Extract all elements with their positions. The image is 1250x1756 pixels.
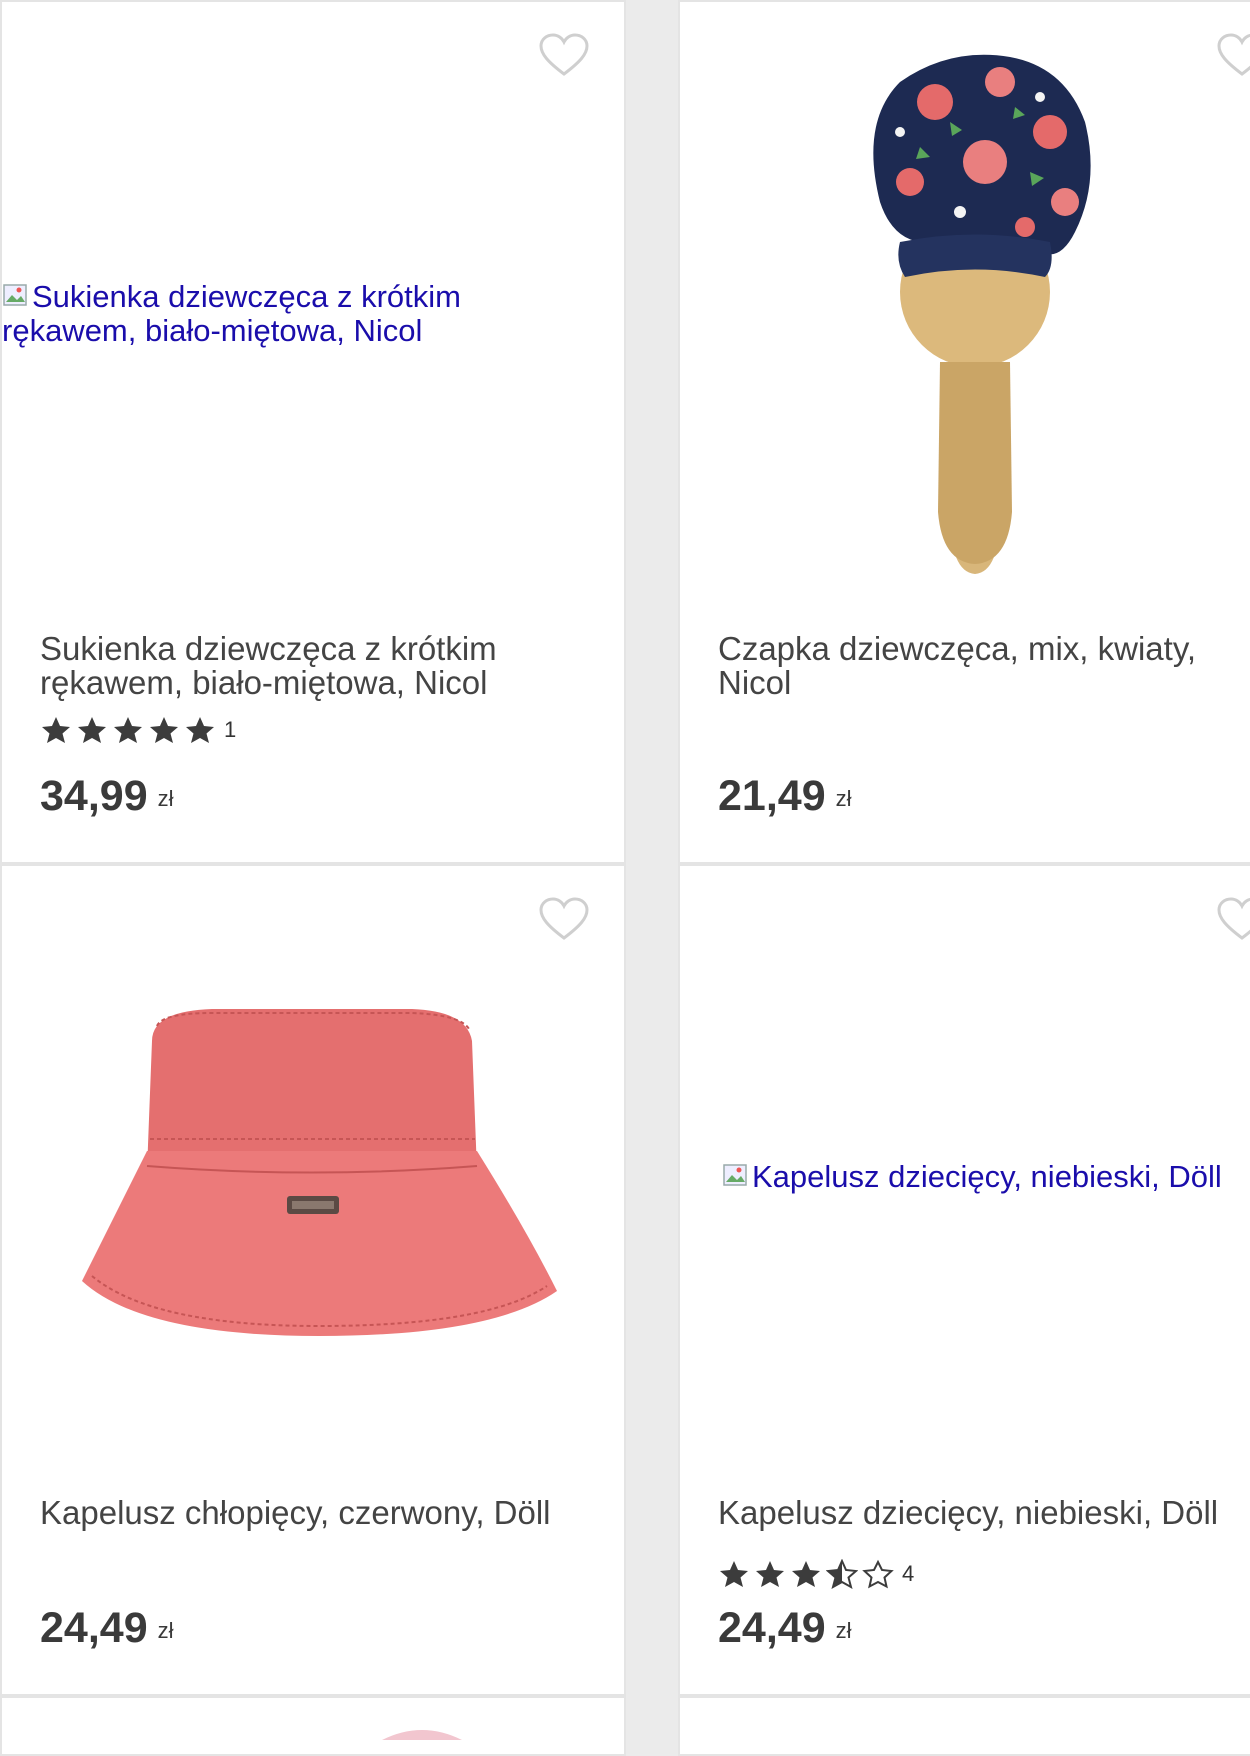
star-filled-icon — [756, 1561, 784, 1587]
product-title[interactable]: Sukienka dziewczęca z krótkim rękawem, b… — [40, 632, 560, 700]
star-filled-icon — [78, 717, 106, 743]
star-filled-icon — [42, 717, 70, 743]
price-value: 24,49 — [718, 1604, 826, 1652]
star-filled-icon — [114, 717, 142, 743]
product-price: 24,49 zł — [40, 1604, 174, 1653]
review-count: 1 — [224, 717, 237, 742]
product-rating: 4 — [718, 1559, 914, 1589]
bucket-hat-image — [82, 1009, 557, 1336]
product-title[interactable]: Kapelusz dziecięcy, niebieski, Döll — [718, 1496, 1238, 1530]
star-half-icon — [826, 1559, 858, 1589]
product-card[interactable]: Czapka dziewczęca, mix, kwiaty, Nicol 21… — [678, 0, 1250, 864]
star-filled-icon — [150, 717, 178, 743]
product-card[interactable] — [678, 1696, 1250, 1756]
price-value: 21,49 — [718, 772, 826, 820]
product-price: 34,99 zł — [40, 772, 174, 821]
review-count: 4 — [902, 1561, 915, 1586]
product-image[interactable]: Kapelusz dziecięcy, niebieski, Döll — [680, 866, 1250, 1466]
star-filled-icon — [186, 717, 214, 743]
broken-image-alt[interactable]: Sukienka dziewczęca z krótkim rękawem, b… — [2, 280, 562, 348]
turban-mannequin-image — [873, 54, 1091, 574]
product-card[interactable]: Kapelusz chłopięcy, czerwony, Döll 24,49… — [0, 864, 626, 1696]
product-price: 21,49 zł — [718, 772, 852, 821]
broken-image-alt[interactable]: Kapelusz dziecięcy, niebieski, Döll — [722, 1160, 1222, 1194]
star-filled-icon — [720, 1561, 748, 1587]
product-card[interactable] — [0, 1696, 626, 1756]
star-outline-icon — [862, 1559, 894, 1589]
price-currency: zł — [157, 786, 174, 811]
price-currency: zł — [157, 1618, 174, 1643]
product-price: 24,49 zł — [718, 1604, 852, 1653]
price-value: 34,99 — [40, 772, 148, 820]
product-card[interactable]: Sukienka dziewczęca z krótkim rękawem, b… — [0, 0, 626, 864]
product-title[interactable]: Kapelusz chłopięcy, czerwony, Döll — [40, 1496, 560, 1530]
broken-image-icon — [2, 282, 30, 310]
price-value: 24,49 — [40, 1604, 148, 1652]
product-image[interactable]: Sukienka dziewczęca z krótkim rękawem, b… — [2, 2, 624, 602]
broken-image-icon — [722, 1162, 750, 1190]
star-filled-icon — [792, 1561, 820, 1587]
product-image-partial — [382, 1730, 462, 1740]
product-rating: 1 — [40, 715, 236, 745]
product-title[interactable]: Czapka dziewczęca, mix, kwiaty, Nicol — [718, 632, 1238, 700]
product-image[interactable] — [2, 866, 624, 1466]
price-currency: zł — [835, 1618, 852, 1643]
price-currency: zł — [835, 786, 852, 811]
product-image[interactable] — [680, 2, 1250, 602]
product-card[interactable]: Kapelusz dziecięcy, niebieski, Döll Kape… — [678, 864, 1250, 1696]
